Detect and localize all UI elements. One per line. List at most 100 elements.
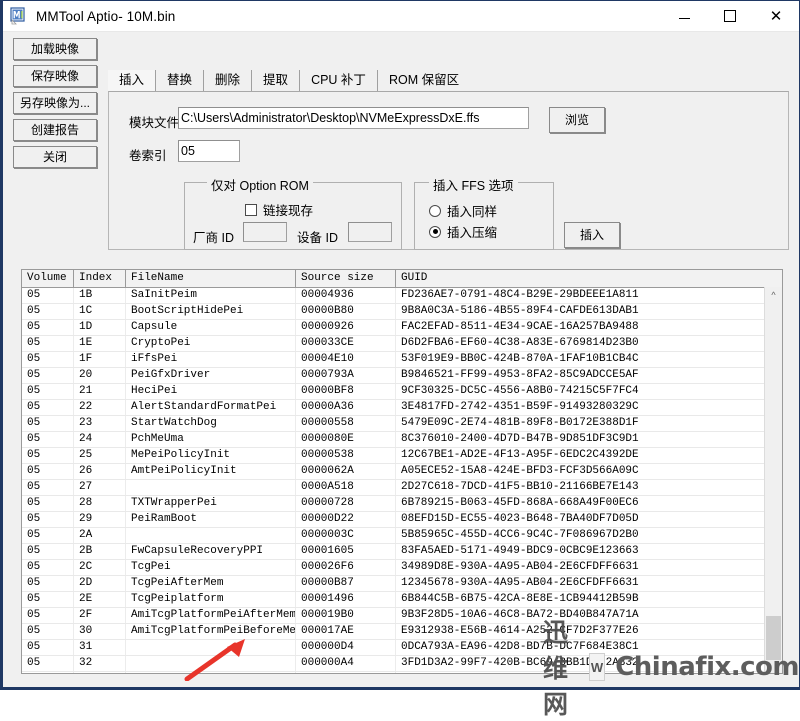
table-row[interactable]: 05 1C BootScriptHidePei 00000B80 9B8A0C3A-51… <box>22 304 782 320</box>
cell-guid: 12C67BE1-AD2E-4F13-A95F-6EDC2C4392DE <box>401 449 639 461</box>
cell-source-size: 0000003C <box>296 528 396 543</box>
table-row[interactable]: 05 24 PchMeUma 0000080E 8C376010-2400-4D7D-B… <box>22 432 782 448</box>
radio-insert-compressed-label: 插入压缩 <box>447 226 498 240</box>
cell-volume: 05 <box>22 416 74 431</box>
cell-source-size: 0000009E <box>296 672 396 673</box>
mmtool-window: MMTool Aptio- 10M.bin ✕ 加载映像 保存映像 另存映像为.… <box>0 0 800 719</box>
table-row[interactable]: 05 22 AlertStandardFormatPei 00000A36 3E4817… <box>22 400 782 416</box>
cell-index: 30 <box>74 624 126 639</box>
tab-replace[interactable]: 替换 <box>155 70 204 92</box>
vendor-id-input[interactable] <box>243 222 287 242</box>
cell-volume: 05 <box>22 448 74 463</box>
grid-vertical-scrollbar[interactable]: ^ <box>764 287 782 673</box>
vendor-id-label: 厂商 ID <box>193 231 234 245</box>
radio-insert-compressed[interactable]: 插入压缩 <box>429 222 497 241</box>
tab-cpu-patch[interactable]: CPU 补丁 <box>299 70 377 92</box>
cell-index: 25 <box>74 448 126 463</box>
cell-volume: 05 <box>22 432 74 447</box>
cell-filename <box>126 528 296 543</box>
device-id-input[interactable] <box>348 222 392 242</box>
cell-index: 23 <box>74 416 126 431</box>
cell-filename: HeciPei <box>126 384 296 399</box>
table-row[interactable]: 05 2A 0000003C 5B85965C-455D-4CC6-9C4C-7F08… <box>22 528 782 544</box>
cell-guid: 9B3F28D5-10A6-46C8-BA72-BD40B847A71A <box>401 609 639 621</box>
table-row[interactable]: 05 1D Capsule 00000926 FAC2EFAD-8511-4E34-9C… <box>22 320 782 336</box>
table-row[interactable]: 05 1E CryptoPei 000033CE D6D2FBA6-EF60-4C38-… <box>22 336 782 352</box>
tab-insert[interactable]: 插入 <box>108 70 156 93</box>
table-row[interactable]: 05 2F AmiTcgPlatformPeiAfterMem 000019B0 9B3… <box>22 608 782 624</box>
cell-volume: 05 <box>22 640 74 655</box>
table-row[interactable]: 05 32 000000A4 3FD1D3A2-99F7-420B-BC69-8BB1… <box>22 656 782 672</box>
table-row[interactable]: 05 26 AmtPeiPolicyInit 0000062A A05ECE52-15A… <box>22 464 782 480</box>
cell-source-size: 00000728 <box>296 496 396 511</box>
cell-guid: B9846521-FF99-4953-8FA2-85C9ADCCE5AF <box>401 369 639 381</box>
scroll-up-icon[interactable]: ^ <box>765 287 782 303</box>
cell-index: 1C <box>74 304 126 319</box>
scrollbar-thumb[interactable] <box>766 616 781 660</box>
column-header-filename[interactable]: FileName <box>126 270 296 287</box>
minimize-button[interactable] <box>661 1 707 31</box>
column-header-guid[interactable]: GUID <box>396 270 766 287</box>
cell-index: 21 <box>74 384 126 399</box>
cell-guid: 6B844C5B-6B75-42CA-8E8E-1CB94412B59B <box>401 593 639 605</box>
radio-icon <box>429 225 441 238</box>
cell-guid: 3E4817FD-2742-4351-B59F-91493280329C <box>401 401 639 413</box>
table-row[interactable]: 05 21 HeciPei 00000BF8 9CF30325-DC5C-4556-A8… <box>22 384 782 400</box>
column-header-index[interactable]: Index <box>74 270 126 287</box>
table-row[interactable]: 05 28 TXTWrapperPei 00000728 6B789215-B063-4… <box>22 496 782 512</box>
close-window-button[interactable]: ✕ <box>753 1 799 31</box>
table-row[interactable]: 05 2C TcgPei 000026F6 34989D8E-930A-4A95-AB0… <box>22 560 782 576</box>
window-controls: ✕ <box>661 1 799 31</box>
save-image-button[interactable]: 保存映像 <box>13 65 97 87</box>
insert-action-button[interactable]: 插入 <box>564 222 620 248</box>
table-row[interactable]: 05 1B SaInitPeim 00004936 FD236AE7-0791-48C4… <box>22 288 782 304</box>
table-row[interactable]: 05 25 MePeiPolicyInit 00000538 12C67BE1-AD2E… <box>22 448 782 464</box>
cell-volume: 05 <box>22 336 74 351</box>
table-row[interactable]: 05 2D TcgPeiAfterMem 00000B87 12345678-930A-… <box>22 576 782 592</box>
table-row[interactable]: 05 31 000000D4 0DCA793A-EA96-42D8-BD7B-DC7F… <box>22 640 782 656</box>
cell-volume: 05 <box>22 656 74 671</box>
grid-header-row: Volume Index FileName Source size GUID <box>22 270 782 288</box>
table-row[interactable]: 05 20 PeiGfxDriver 0000793A B9846521-FF99-49… <box>22 368 782 384</box>
browse-button[interactable]: 浏览 <box>549 107 605 133</box>
table-row[interactable]: 0533 0000009E72BCFBE0-FCEC-4F0F-8CD2-AC3A… <box>22 672 782 673</box>
save-image-as-button[interactable]: 另存映像为... <box>13 92 97 114</box>
module-list-grid[interactable]: Volume Index FileName Source size GUID 0… <box>21 269 783 674</box>
link-existing-checkbox[interactable]: 链接现存 <box>245 200 313 219</box>
table-row[interactable]: 05 1F iFfsPei 00004E10 53F019E9-BB0C-424B-87… <box>22 352 782 368</box>
tab-delete[interactable]: 删除 <box>203 70 252 92</box>
cell-source-size: 000019B0 <box>296 608 396 623</box>
device-id-label: 设备 ID <box>297 231 338 245</box>
volume-index-input[interactable]: 05 <box>178 140 240 162</box>
module-file-input[interactable]: C:\Users\Administrator\Desktop\NVMeExpre… <box>178 107 529 129</box>
link-existing-label: 链接现存 <box>263 204 314 218</box>
table-row[interactable]: 05 30 AmiTcgPlatformPeiBeforeMem 000017AE E9… <box>22 624 782 640</box>
cell-index: 2A <box>74 528 126 543</box>
cell-index: 26 <box>74 464 126 479</box>
radio-icon <box>429 204 441 217</box>
tab-rom-hole[interactable]: ROM 保留区 <box>376 70 471 92</box>
table-row[interactable]: 05 2E TcgPeiplatform 00001496 6B844C5B-6B75-… <box>22 592 782 608</box>
cell-volume: 05 <box>22 384 74 399</box>
table-row[interactable]: 05 23 StartWatchDog 00000558 5479E09C-2E74-4… <box>22 416 782 432</box>
column-header-volume[interactable]: Volume <box>22 270 74 287</box>
tab-extract[interactable]: 提取 <box>251 70 300 92</box>
table-row[interactable]: 05 29 PeiRamBoot 00000D22 08EFD15D-EC55-4023… <box>22 512 782 528</box>
cell-source-size: 000017AE <box>296 624 396 639</box>
close-button[interactable]: 关闭 <box>13 146 97 168</box>
maximize-button[interactable] <box>707 1 753 31</box>
column-header-source-size[interactable]: Source size <box>296 270 396 287</box>
cell-index: 1E <box>74 336 126 351</box>
radio-insert-as-is[interactable]: 插入同样 <box>429 201 497 220</box>
cell-guid: 9B8A0C3A-5186-4B55-89F4-CAFDE613DAB1 <box>401 305 639 317</box>
cell-volume: 05 <box>22 592 74 607</box>
load-image-button[interactable]: 加载映像 <box>13 38 97 60</box>
cell-guid: 6B789215-B063-45FD-868A-668A49F00EC6 <box>401 497 639 509</box>
table-row[interactable]: 05 2B FwCapsuleRecoveryPPI 00001605 83FA5AED… <box>22 544 782 560</box>
cell-filename: TcgPei <box>126 560 296 575</box>
cell-source-size: 00001496 <box>296 592 396 607</box>
cell-index: 2F <box>74 608 126 623</box>
grid-body: 05 1B SaInitPeim 00004936 FD236AE7-0791-48C4… <box>22 288 782 673</box>
create-report-button[interactable]: 创建报告 <box>13 119 97 141</box>
table-row[interactable]: 05 27 0000A518 2D27C618-7DCD-41F5-BB10-2116… <box>22 480 782 496</box>
